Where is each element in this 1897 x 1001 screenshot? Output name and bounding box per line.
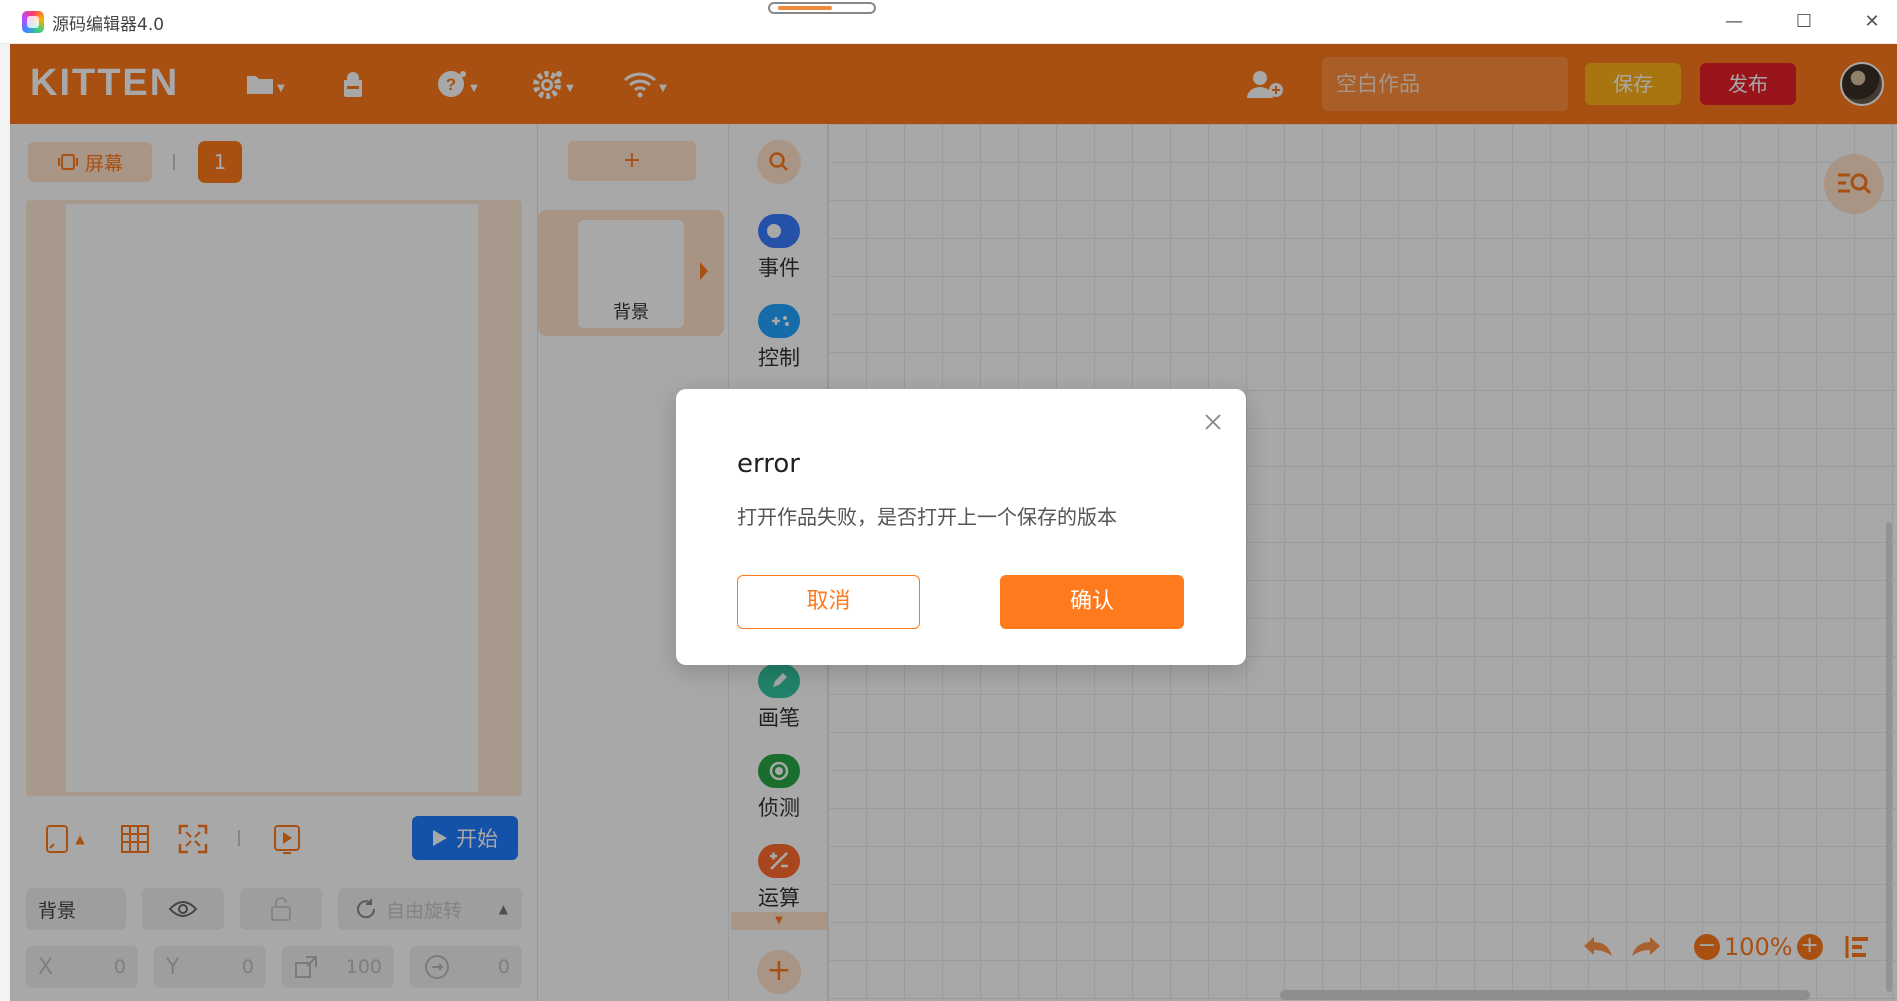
cancel-button[interactable]: 取消 — [737, 575, 920, 629]
confirm-button[interactable]: 确认 — [1000, 575, 1184, 629]
window-titlebar: 源码编辑器4.0 — ☐ ✕ — [0, 0, 1897, 44]
dialog-message: 打开作品失败，是否打开上一个保存的版本 — [737, 505, 1117, 529]
app-icon — [22, 11, 44, 33]
error-dialog: error 打开作品失败，是否打开上一个保存的版本 取消 确认 — [676, 389, 1246, 665]
maximize-button[interactable]: ☐ — [1780, 6, 1828, 38]
window-title: 源码编辑器4.0 — [52, 15, 165, 35]
close-icon — [1205, 414, 1221, 430]
dialog-title: error — [737, 449, 800, 479]
drag-handle[interactable] — [768, 2, 876, 14]
close-window-button[interactable]: ✕ — [1848, 6, 1896, 38]
dialog-close-button[interactable] — [1200, 409, 1226, 435]
minimize-button[interactable]: — — [1710, 6, 1758, 38]
